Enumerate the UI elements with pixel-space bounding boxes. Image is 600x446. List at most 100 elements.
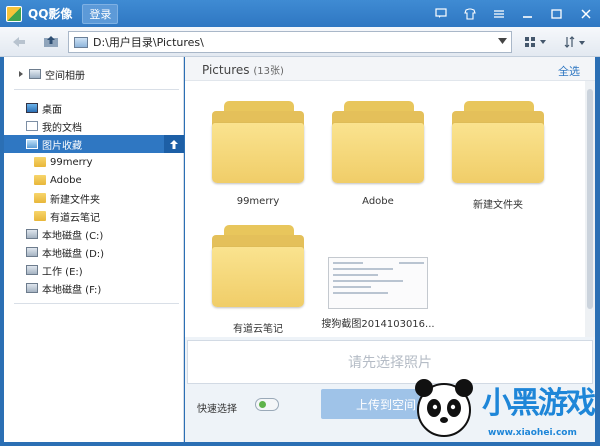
toggle-knob (259, 401, 266, 408)
folder-icon (34, 175, 46, 185)
skin-button[interactable] (455, 0, 484, 27)
folder-thumbnail[interactable]: 99merry (198, 101, 318, 207)
address-bar[interactable]: D:\用户目录\Pictures\ (68, 31, 512, 53)
drive-icon (26, 229, 38, 239)
upload-arrow-button[interactable] (164, 135, 184, 153)
back-button[interactable] (6, 30, 32, 54)
thumbnail-pane: Pictures (13张) 全选 99merry Adobe 新建文件夹 有道… (185, 57, 595, 337)
watermark-url: www.xiaohei.com (488, 428, 577, 438)
sidebar-item-desktop[interactable]: 桌面 (4, 99, 184, 117)
sidebar-item-my-documents[interactable]: 我的文档 (4, 117, 184, 135)
watermark-brand: 小黑游戏 (482, 386, 596, 421)
folder-thumbnail[interactable]: 新建文件夹 (438, 101, 558, 211)
drive-icon (26, 265, 38, 275)
panda-logo-icon (415, 379, 473, 437)
menu-button[interactable] (484, 0, 513, 27)
app-logo-icon (6, 5, 22, 22)
sidebar-item-label: 本地磁盘 (D:) (42, 248, 105, 260)
select-all-link[interactable]: 全选 (558, 63, 580, 79)
sidebar-item-drive-e[interactable]: 工作 (E:) (4, 261, 184, 279)
quick-select-label: 快速选择 (197, 404, 237, 415)
login-button[interactable]: 登录 (82, 3, 119, 24)
folder-icon (34, 193, 46, 203)
sidebar-divider (14, 303, 179, 304)
sidebar-item-label: 本地磁盘 (C:) (42, 230, 104, 242)
close-button[interactable] (571, 0, 600, 27)
scrollbar-thumb[interactable] (587, 89, 593, 309)
sidebar-item-folder-new[interactable]: 新建文件夹 (4, 189, 184, 207)
thumbnail-label: 搜狗截图2014103016... (321, 319, 435, 330)
pane-header: Pictures (13张) 全选 (185, 57, 595, 81)
up-folder-button[interactable] (38, 30, 64, 54)
sidebar-item-label: Adobe (50, 174, 82, 186)
sidebar-item-drive-c[interactable]: 本地磁盘 (C:) (4, 225, 184, 243)
close-icon (580, 8, 591, 19)
document-icon (26, 121, 38, 131)
feedback-button[interactable] (426, 0, 455, 27)
folder-thumbnail[interactable]: 有道云笔记 (198, 225, 318, 335)
up-folder-icon (44, 36, 58, 47)
folder-thumbnail[interactable]: Adobe (318, 101, 438, 207)
folder-icon (452, 101, 544, 187)
minimize-icon (523, 15, 532, 18)
menu-icon (493, 9, 504, 18)
sidebar-item-label: 工作 (E:) (42, 266, 83, 278)
sidebar-divider (14, 89, 179, 90)
sidebar-item-folder-youdao[interactable]: 有道云笔记 (4, 207, 184, 225)
window-controls (426, 0, 600, 27)
up-arrow-icon (170, 139, 178, 149)
chevron-down-icon[interactable] (498, 38, 507, 44)
sidebar-item-label: 我的文档 (42, 122, 82, 134)
sidebar-item-drive-f[interactable]: 本地磁盘 (F:) (4, 279, 184, 297)
message-icon (434, 8, 447, 18)
sidebar-item-label: 图片收藏 (42, 140, 82, 152)
expand-arrow-icon[interactable] (19, 71, 23, 77)
folder-icon (34, 157, 46, 167)
image-thumbnail[interactable]: 搜狗截图2014103016... (318, 239, 438, 330)
folder-icon (332, 101, 424, 187)
minimize-button[interactable] (513, 0, 542, 27)
vertical-scrollbar[interactable] (585, 81, 595, 337)
maximize-icon (551, 8, 562, 19)
sidebar: 空间相册 桌面 我的文档 图片收藏 99merry Adobe 新建文件夹 有道… (4, 57, 184, 442)
drive-icon (26, 283, 38, 293)
cloud-album-icon (29, 69, 41, 79)
folder-icon (212, 101, 304, 187)
sidebar-item-label: 本地磁盘 (F:) (42, 284, 102, 296)
back-arrow-icon (13, 36, 25, 47)
desktop-icon (26, 103, 38, 113)
site-watermark: 小黑游戏 www.xiaohei.com (408, 372, 598, 444)
folder-icon (212, 225, 304, 311)
sidebar-item-label: 桌面 (42, 104, 62, 116)
grid-view-icon (525, 37, 546, 47)
sidebar-item-cloud-album[interactable]: 空间相册 (4, 65, 184, 83)
maximize-button[interactable] (542, 0, 571, 27)
shirt-icon (463, 7, 476, 20)
view-mode-button[interactable] (522, 32, 550, 52)
quick-select-toggle[interactable] (255, 398, 279, 411)
sidebar-item-label: 99merry (50, 156, 93, 168)
picture-icon (26, 139, 38, 149)
sidebar-item-pictures[interactable]: 图片收藏 (4, 135, 184, 153)
thumbnail-label: Adobe (362, 196, 394, 207)
drive-icon (26, 247, 38, 257)
sidebar-item-folder-adobe[interactable]: Adobe (4, 171, 184, 189)
sidebar-item-label: 空间相册 (45, 70, 85, 82)
sidebar-item-label: 有道云笔记 (50, 212, 100, 224)
sort-button[interactable] (560, 32, 590, 52)
address-path: D:\用户目录\Pictures\ (93, 36, 204, 49)
toolbar: D:\用户目录\Pictures\ (0, 27, 600, 57)
folder-title: Pictures (13张) (202, 62, 284, 77)
thumbnail-label: 有道云笔记 (233, 324, 283, 335)
title-bar: QQ影像 登录 (0, 0, 600, 27)
screenshot-preview (328, 257, 428, 309)
app-title: QQ影像 (28, 7, 73, 21)
photo-count: (13张) (253, 66, 284, 77)
pictures-folder-icon (74, 36, 88, 48)
thumbnail-label: 99merry (236, 196, 280, 207)
thumbnail-label: 新建文件夹 (473, 200, 523, 211)
sidebar-item-folder-99merry[interactable]: 99merry (4, 153, 184, 171)
sort-icon (564, 36, 585, 48)
sidebar-item-drive-d[interactable]: 本地磁盘 (D:) (4, 243, 184, 261)
folder-icon (34, 211, 46, 221)
